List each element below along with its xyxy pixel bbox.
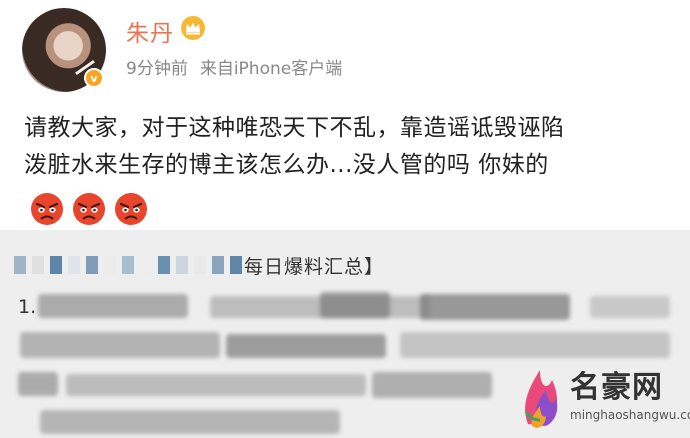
blurred-text xyxy=(420,294,570,320)
repost-title: 每日爆料汇总】 xyxy=(244,256,385,278)
post-content-line: 泼脏水来生存的博主该怎么办...没人管的吗 你妹的 xyxy=(24,152,549,178)
username[interactable]: 朱丹 xyxy=(126,14,174,48)
crown-badge-icon xyxy=(181,16,205,40)
verified-badge-icon: v xyxy=(84,68,104,88)
emoji-row xyxy=(30,192,148,226)
angry-face-icon xyxy=(115,193,147,225)
blurred-text xyxy=(66,374,366,396)
flame-logo-icon xyxy=(524,370,558,428)
blurred-text xyxy=(590,296,670,318)
blurred-text xyxy=(320,292,390,318)
post-source[interactable]: 来自iPhone客户端 xyxy=(200,59,342,79)
blurred-text xyxy=(38,294,188,318)
blurred-text xyxy=(226,334,386,358)
watermark-url: minghaoshangwu.com xyxy=(570,408,690,422)
watermark-name: 名豪网 xyxy=(570,370,663,405)
weibo-post: v 朱丹 9分钟前 来自iPhone客户端 请教大家，对于这种唯恐天下不乱，靠造谣… xyxy=(0,0,690,240)
post-content-line: 请教大家，对于这种唯恐天下不乱，靠造谣诋毁诬陷 xyxy=(24,115,565,141)
blurred-text xyxy=(372,372,492,398)
post-content: 请教大家，对于这种唯恐天下不乱，靠造谣诋毁诬陷 泼脏水来生存的博主该怎么办...… xyxy=(24,110,674,184)
blurred-text xyxy=(40,410,340,434)
site-watermark: 名豪网 minghaoshangwu.com xyxy=(514,356,690,434)
repost-item-number: 1. xyxy=(18,296,37,318)
blurred-text xyxy=(400,332,670,358)
angry-face-icon xyxy=(73,193,105,225)
post-meta: 9分钟前 来自iPhone客户端 xyxy=(126,54,342,79)
post-time[interactable]: 9分钟前 xyxy=(126,59,188,79)
blurred-text xyxy=(20,332,220,358)
blurred-author-name xyxy=(14,256,242,274)
angry-face-icon xyxy=(31,193,63,225)
blurred-text xyxy=(18,372,58,396)
